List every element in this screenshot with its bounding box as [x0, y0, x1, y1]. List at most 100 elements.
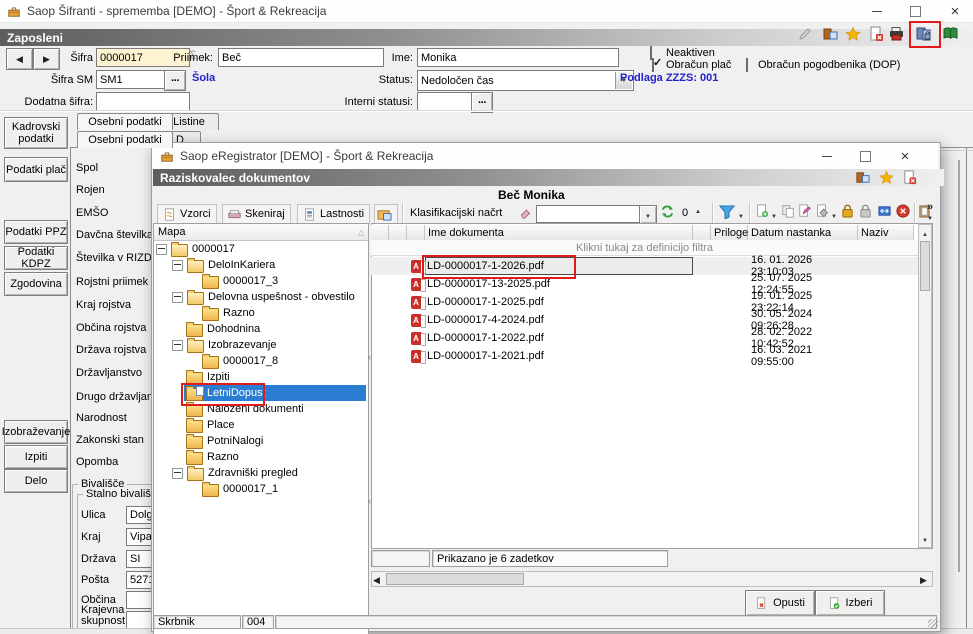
refresh-icon[interactable]	[660, 204, 675, 219]
toolbar-overflow-button[interactable]	[924, 201, 936, 223]
sidebar-item-delo[interactable]: Delo	[4, 469, 68, 493]
lastnosti-button[interactable]: Lastnosti	[297, 204, 371, 224]
obracun-pogodbenika-checkbox[interactable]	[746, 58, 748, 72]
archive-icon[interactable]	[822, 26, 838, 42]
nav-prev-button[interactable]	[6, 48, 33, 70]
tree-item[interactable]: Izobrazevanje	[172, 337, 277, 353]
doc-delete-icon[interactable]	[868, 26, 884, 42]
resize-grip[interactable]	[928, 619, 938, 629]
dialog-favorite-icon[interactable]	[879, 170, 894, 185]
podlaga-link[interactable]: Podlaga ZZZS: 001	[620, 72, 718, 84]
klasifikacijski-dropdown-button[interactable]	[639, 205, 657, 224]
document-name[interactable]: LD-0000017-1-2025.pdf	[427, 296, 544, 308]
sifra-sm-browse-button[interactable]	[164, 70, 186, 91]
nav-next-button[interactable]	[33, 48, 60, 70]
header-cell-empty[interactable]	[693, 225, 711, 241]
document-name[interactable]: LD-0000017-4-2024.pdf	[427, 314, 544, 326]
obracun-plac-checkbox[interactable]	[652, 58, 654, 72]
scroll-up-arrow[interactable]	[919, 227, 931, 239]
sidebar-item-podatki-ppz[interactable]: Podatki PPZ	[4, 220, 68, 244]
tree-item[interactable]: 0000017	[156, 241, 235, 257]
scrollbar-thumb[interactable]	[920, 241, 930, 291]
dodatna-sifra-input[interactable]	[96, 92, 190, 111]
expander-icon[interactable]	[172, 339, 183, 351]
sidebar-item-podatki-plac[interactable]: Podatki plač	[4, 157, 68, 182]
dialog-doc-delete-icon[interactable]	[902, 170, 917, 185]
document-name[interactable]: LD-0000017-13-2025.pdf	[427, 278, 550, 290]
tree-item[interactable]: Delovna uspešnost - obvestilo	[172, 289, 355, 305]
document-name[interactable]: LD-0000017-1-2022.pdf	[427, 332, 544, 344]
header-cell-empty[interactable]	[389, 225, 407, 241]
header-cell-empty[interactable]	[407, 225, 425, 241]
tree-item[interactable]: 0000017_8	[202, 353, 278, 369]
help-book-icon[interactable]	[942, 26, 959, 42]
expander-icon[interactable]	[156, 243, 167, 255]
document-name[interactable]: LD-0000017-1-2026.pdf	[427, 260, 544, 272]
header-cell-priloge[interactable]: Priloge	[711, 225, 748, 241]
tree-item[interactable]: Place	[186, 417, 235, 433]
expander-icon[interactable]	[172, 259, 183, 271]
sidebar-item-zgodovina[interactable]: Zgodovina	[4, 272, 68, 296]
favorite-icon[interactable]	[845, 26, 861, 42]
tree-item[interactable]: 0000017_1	[202, 481, 278, 497]
priimek-input[interactable]: Beč	[218, 48, 384, 67]
tree-item[interactable]: Naloženi dokumenti	[186, 401, 304, 417]
dialog-maximize-button[interactable]	[850, 146, 880, 166]
header-cell-ime-dokumenta[interactable]: Ime dokumenta	[425, 225, 693, 241]
eraser-icon[interactable]	[519, 206, 532, 219]
document-name[interactable]: LD-0000017-1-2021.pdf	[427, 350, 544, 362]
tree-item[interactable]: Dohodnina	[186, 321, 260, 337]
sidebar-item-izpiti[interactable]: Izpiti	[4, 445, 68, 469]
folder-window-icon[interactable]	[374, 204, 398, 224]
filter-icon[interactable]	[719, 204, 735, 219]
delete-doc-icon[interactable]	[815, 204, 829, 218]
status-combobox[interactable]: Nedoločen čas	[417, 70, 634, 91]
new-doc-dropdown-icon[interactable]	[771, 209, 777, 221]
new-doc-icon[interactable]	[755, 204, 769, 218]
edit-doc-icon[interactable]	[798, 204, 812, 218]
tree-item[interactable]: PotniNalogi	[186, 433, 263, 449]
tab-osebni-podatki-1[interactable]: Osebni podatki	[77, 113, 173, 130]
vzorci-button[interactable]: Vzorci	[157, 204, 217, 224]
ime-input[interactable]: Monika	[417, 48, 619, 67]
dialog-archive-icon[interactable]	[855, 170, 870, 185]
scroll-down-arrow[interactable]	[922, 533, 928, 545]
header-cell-datum-nastanka[interactable]: Datum nastanka	[748, 225, 858, 241]
sifra-sm-input[interactable]: SM1	[96, 70, 170, 89]
delete-red-icon[interactable]	[896, 204, 910, 218]
close-button[interactable]	[940, 1, 970, 21]
rename-icon[interactable]	[877, 204, 892, 218]
print-icon[interactable]	[888, 26, 906, 42]
interni-statusi-input[interactable]	[417, 92, 477, 111]
tree-item-selected[interactable]: LetniDopust	[184, 385, 366, 401]
tree-item[interactable]: Zdravniški pregled	[172, 465, 298, 481]
lock-gray-icon[interactable]	[859, 204, 872, 218]
skeniraj-button[interactable]: Skeniraj	[222, 204, 291, 224]
opusti-button[interactable]: Opusti	[745, 590, 815, 616]
sidebar-item-podatki-kdpz[interactable]: Podatki KDPZ	[4, 246, 68, 270]
filter-dropdown-icon[interactable]	[738, 209, 744, 221]
tree-item[interactable]: Razno	[186, 449, 239, 465]
sidebar-item-kadrovski-podatki[interactable]: Kadrovski podatki	[4, 117, 68, 149]
vertical-scrollbar[interactable]	[918, 224, 932, 548]
tree-item[interactable]: Izpiti	[186, 369, 230, 385]
expander-icon[interactable]	[172, 291, 183, 303]
maximize-button[interactable]	[900, 1, 930, 21]
header-cell-naziv[interactable]: Naziv	[858, 225, 914, 241]
scroll-left-arrow[interactable]	[373, 574, 380, 586]
minimize-button[interactable]	[862, 1, 892, 21]
tree-item[interactable]: DeloInKariera	[172, 257, 275, 273]
horizontal-scrollbar[interactable]	[371, 571, 933, 587]
tree-item[interactable]: 0000017_3	[202, 273, 278, 289]
dialog-close-button[interactable]	[890, 146, 920, 166]
security-docs-icon[interactable]	[915, 26, 933, 43]
klasifikacijski-input[interactable]	[536, 205, 644, 223]
lock-icon[interactable]	[841, 204, 854, 218]
edit-icon[interactable]	[797, 26, 813, 42]
dialog-minimize-button[interactable]	[812, 146, 842, 166]
sola-link[interactable]: Šola	[192, 72, 215, 84]
izberi-button[interactable]: Izberi	[815, 590, 885, 616]
copy-docs-icon[interactable]	[781, 204, 795, 218]
tree-header[interactable]: Mapa	[154, 224, 368, 241]
document-row[interactable]: LD-0000017-1-2021.pdf 16. 03. 2021 09:55…	[371, 344, 918, 368]
